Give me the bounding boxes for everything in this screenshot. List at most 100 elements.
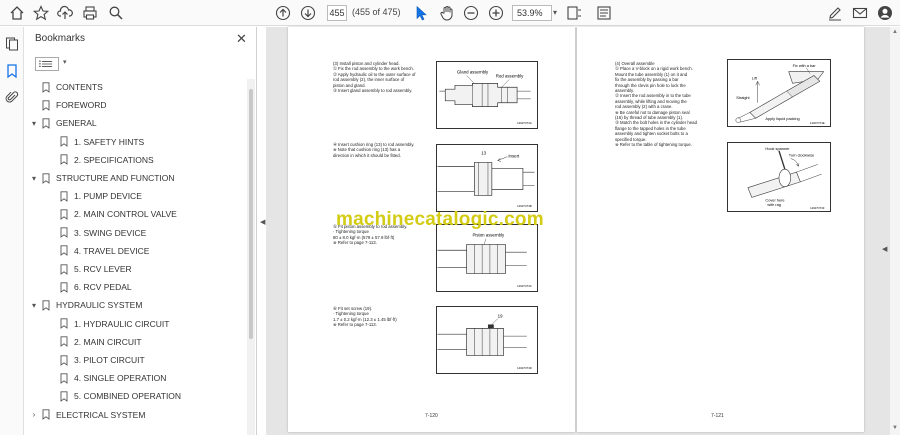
bookmark-tree: CONTENTS FOREWORD ▾ GENERAL 1. SAFETY HINTS 2… — [25, 79, 247, 435]
bookmark-item[interactable]: 2. MAIN CIRCUIT — [47, 334, 142, 350]
chevron-down-icon[interactable]: ▾ — [63, 58, 67, 66]
bookmark-item[interactable]: 3. PILOT CIRCUIT — [47, 352, 145, 368]
select-cursor-icon[interactable] — [411, 3, 431, 23]
bookmark-label: STRUCTURE AND FUNCTION — [56, 173, 175, 183]
bookmark-item[interactable]: 1. PUMP DEVICE — [47, 188, 142, 204]
bookmark-star-icon[interactable] — [31, 3, 51, 23]
toolbar: 455 (455 of 475) 53.9% ▾ — [0, 0, 900, 26]
scroll-up-icon[interactable]: ▲ — [892, 29, 898, 35]
bookmark-label: 2. SPECIFICATIONS — [74, 154, 154, 165]
bookmark-item[interactable]: 1. SAFETY HINTS — [47, 134, 144, 150]
bookmark-icon — [60, 191, 68, 202]
zoom-dropdown-icon[interactable]: ▾ — [553, 8, 557, 17]
read-mode-icon[interactable] — [594, 3, 614, 23]
bookmark-item[interactable]: 1. HYDRAULIC CIRCUIT — [47, 316, 169, 332]
bookmark-icon — [60, 209, 68, 220]
figure-cushion-ring: 13 Insert 14027OT4B — [436, 144, 538, 212]
figure-gland-assembly: Gland assembly Rod assembly 14027OT4A — [436, 61, 538, 129]
bookmark-item[interactable]: CONTENTS — [29, 79, 103, 95]
fig-label-gland: Gland assembly — [457, 70, 489, 75]
expand-toggle-icon[interactable]: ▾ — [29, 301, 39, 310]
bookmark-icon — [60, 282, 68, 293]
bookmark-icon — [42, 118, 50, 129]
collapse-panel-icon[interactable]: ◀ — [260, 218, 265, 226]
fig-label-piston: Piston assembly — [472, 233, 505, 238]
figure-piston-assembly: Piston assembly 14027OT4C — [436, 224, 538, 292]
bookmark-icon — [42, 172, 50, 184]
hand-icon[interactable] — [437, 3, 457, 23]
close-icon[interactable]: ✕ — [236, 31, 247, 47]
fig-label-lift: Lift — [752, 75, 758, 80]
bookmark-icon — [60, 354, 68, 366]
page-number-input[interactable]: 455 — [327, 5, 347, 21]
bookmark-label: 2. MAIN CONTROL VALVE — [74, 209, 177, 220]
bookmark-item[interactable]: 3. SWING DEVICE — [47, 225, 146, 241]
upload-icon[interactable] — [55, 3, 75, 23]
bookmark-icon — [60, 263, 68, 275]
panel-scrollbar[interactable] — [247, 79, 255, 435]
expand-toggle-icon[interactable]: ▾ — [29, 174, 39, 183]
bookmark-label: 1. PUMP DEVICE — [74, 191, 142, 202]
bookmark-item[interactable]: ▾ GENERAL — [29, 115, 97, 131]
bookmark-label: CONTENTS — [56, 82, 103, 92]
left-section-4: ⑥ Fit set screw (19). · Tightening torqu… — [333, 306, 397, 328]
bookmark-item[interactable]: 2. MAIN CONTROL VALVE — [47, 206, 177, 222]
fig-code: 14027OT4D — [517, 366, 532, 370]
account-icon[interactable] — [875, 3, 895, 23]
watermark: machinecatalogic.com — [336, 209, 544, 230]
bookmark-label: 4. TRAVEL DEVICE — [74, 245, 150, 256]
zoom-out-icon[interactable] — [461, 3, 481, 23]
bookmark-icon — [42, 100, 50, 111]
bookmark-options-button[interactable] — [35, 57, 59, 71]
bookmark-item[interactable]: 2. SPECIFICATIONS — [47, 152, 154, 168]
search-icon[interactable] — [106, 3, 126, 23]
expand-toggle-icon[interactable]: ▾ — [29, 119, 39, 128]
bookmarks-panel-icon[interactable] — [4, 63, 20, 79]
print-icon[interactable] — [80, 3, 100, 23]
email-icon[interactable] — [850, 3, 870, 23]
page-right: (4) Overall assemble ① Place a V-block on… — [577, 27, 864, 432]
bookmark-item[interactable]: 5. RCV LEVER — [47, 261, 132, 277]
bookmark-label: 5. RCV LEVER — [74, 264, 132, 274]
scroll-thumb[interactable] — [249, 89, 253, 339]
bookmark-label: 6. RCV PEDAL — [74, 282, 132, 293]
bookmark-icon — [60, 154, 68, 166]
fig-label-insert: Insert — [508, 154, 520, 159]
prev-page-icon[interactable] — [273, 3, 293, 23]
fig-code: 14027OT4B — [517, 204, 532, 208]
document-scrollbar[interactable]: ▲ ▼ — [890, 27, 900, 435]
bookmark-icon — [60, 245, 68, 257]
bookmark-label: 4. SINGLE OPERATION — [74, 373, 167, 384]
attachments-icon[interactable] — [4, 89, 20, 105]
bookmark-icon — [42, 300, 50, 311]
bookmark-item[interactable]: › ELECTRICAL SYSTEM — [29, 407, 145, 423]
fig-label-straight: Straight — [736, 95, 750, 100]
bookmark-item[interactable]: ▾ STRUCTURE AND FUNCTION — [29, 170, 175, 186]
bookmark-icon — [60, 227, 68, 238]
fig-label-rod: Rod assembly — [496, 74, 524, 79]
bookmarks-panel: Bookmarks ✕ ▾ CONTENTS FOREWORD ▾ GENERAL 1.… — [25, 27, 257, 435]
bookmark-item[interactable]: 4. SINGLE OPERATION — [47, 370, 166, 386]
fig-label-19: 19 — [498, 314, 503, 319]
bookmark-item[interactable]: 5. COMBINED OPERATION — [47, 388, 181, 404]
bookmark-item[interactable]: 4. TRAVEL DEVICE — [47, 243, 149, 259]
bookmark-label: 2. MAIN CIRCUIT — [74, 336, 142, 347]
collapse-right-panel-icon[interactable]: ◀ — [882, 245, 887, 253]
bookmark-item[interactable]: 6. RCV PEDAL — [47, 279, 132, 295]
bookmark-label: 3. SWING DEVICE — [74, 227, 147, 238]
zoom-in-icon[interactable] — [486, 3, 506, 23]
sign-icon[interactable] — [825, 3, 845, 23]
panel-title: Bookmarks — [35, 33, 86, 44]
next-page-icon[interactable] — [298, 3, 318, 23]
fig-label-packing: Apply liquid packing — [765, 116, 799, 121]
pages-thumbnails-icon[interactable] — [4, 36, 20, 52]
expand-toggle-icon[interactable]: › — [29, 410, 39, 419]
home-icon[interactable] — [7, 3, 27, 23]
left-section-2: ④ Insert cushion ring (13) to rod assemb… — [333, 142, 415, 158]
bookmark-item[interactable]: FOREWORD — [29, 97, 107, 113]
bookmark-icon — [60, 391, 68, 402]
scroll-down-icon[interactable]: ▼ — [892, 425, 898, 431]
fit-page-icon[interactable] — [564, 3, 584, 23]
bookmark-item[interactable]: ▾ HYDRAULIC SYSTEM — [29, 297, 142, 313]
zoom-level-input[interactable]: 53.9% — [512, 5, 552, 21]
